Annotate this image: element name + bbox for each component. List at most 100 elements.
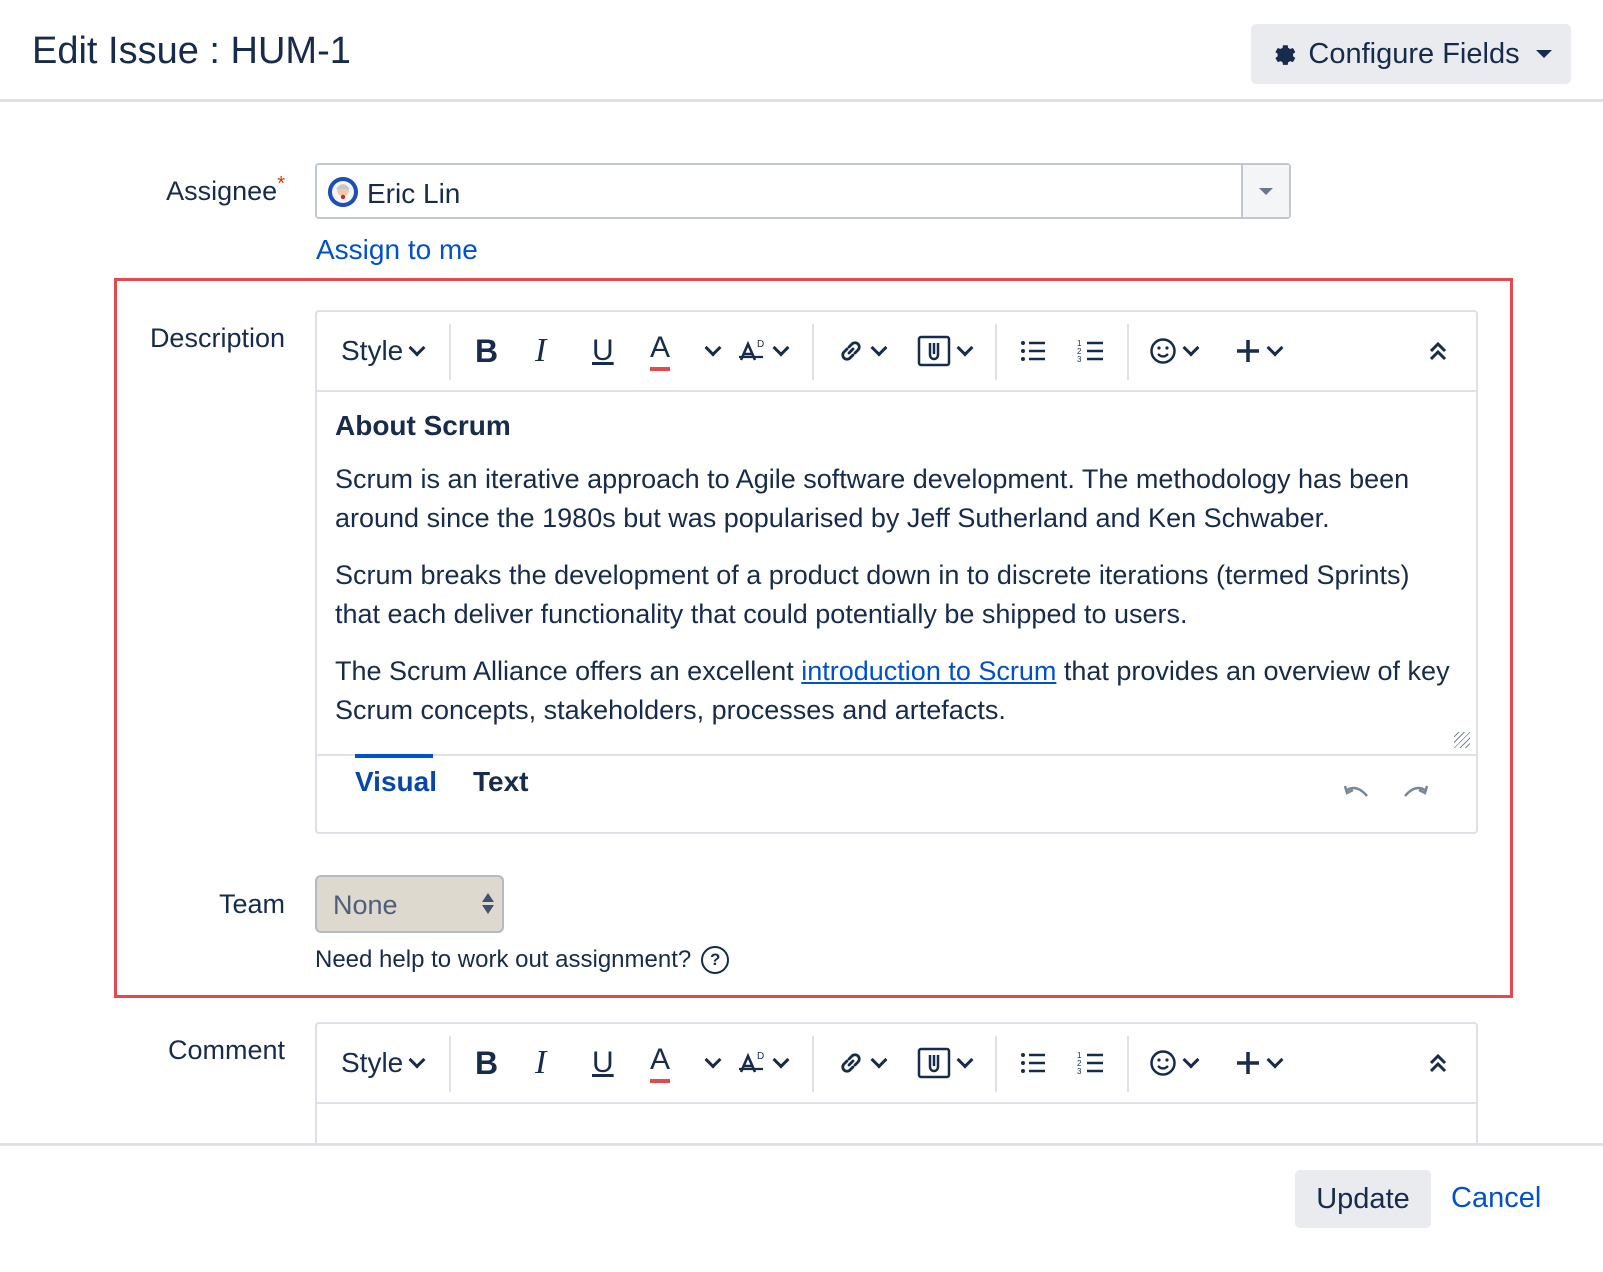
- assignee-picker[interactable]: Eric Lin: [315, 163, 1291, 219]
- team-select[interactable]: None: [315, 875, 504, 933]
- italic-button[interactable]: I: [535, 1024, 546, 1102]
- numbered-list-button[interactable]: 123: [1077, 1024, 1105, 1102]
- toolbar-divider: [449, 1036, 451, 1092]
- assignee-dropdown-toggle[interactable]: [1241, 165, 1289, 217]
- chevron-down-icon: [408, 1051, 426, 1069]
- assignee-label: Assignee*: [35, 173, 285, 207]
- emoji-button[interactable]: [1149, 1024, 1200, 1102]
- collapse-toolbar-button[interactable]: [1427, 312, 1449, 390]
- chevron-down-icon: [772, 1051, 790, 1069]
- link-button[interactable]: [837, 312, 888, 390]
- configure-fields-label: Configure Fields: [1308, 37, 1520, 70]
- chevron-down-icon: [1182, 1051, 1200, 1069]
- description-label: Description: [149, 323, 285, 353]
- tab-visual[interactable]: Visual: [355, 754, 437, 798]
- toolbar-divider: [1127, 324, 1129, 380]
- toolbar-divider: [449, 324, 451, 380]
- attachment-icon: [917, 335, 951, 367]
- chevron-down-icon: [1266, 339, 1284, 357]
- dialog-header: Edit Issue : HUM-1 Configure Fields: [0, 0, 1603, 102]
- bullet-list-button[interactable]: [1019, 1024, 1047, 1102]
- chevron-down-icon: [956, 1051, 974, 1069]
- gear-icon: [1275, 45, 1296, 65]
- chevron-down-icon: [704, 339, 722, 357]
- svg-text:3: 3: [1077, 1067, 1082, 1076]
- text-effects-icon: D: [739, 339, 764, 361]
- resize-handle[interactable]: [1454, 732, 1470, 748]
- required-mark: *: [277, 173, 285, 195]
- undo-icon[interactable]: [1343, 784, 1371, 802]
- text-color-dropdown[interactable]: [699, 1024, 722, 1102]
- attachment-button[interactable]: [917, 1024, 974, 1102]
- chevron-down-icon: [1182, 339, 1200, 357]
- collapse-icon: [1429, 341, 1447, 361]
- chevron-down-icon: [772, 339, 790, 357]
- numbered-list-button[interactable]: 123: [1077, 312, 1105, 390]
- comment-toolbar: Style B I U A D 123: [317, 1024, 1476, 1104]
- attachment-button[interactable]: [917, 312, 974, 390]
- text-color-button[interactable]: A: [650, 312, 671, 390]
- attachment-icon: [917, 1047, 951, 1079]
- bold-button[interactable]: B: [475, 1024, 498, 1102]
- cancel-link[interactable]: Cancel: [1451, 1182, 1541, 1215]
- comment-label: Comment: [167, 1035, 285, 1065]
- text-color-dropdown[interactable]: [699, 312, 722, 390]
- style-dropdown[interactable]: Style: [341, 1024, 426, 1102]
- insert-more-button[interactable]: [1235, 1024, 1284, 1102]
- assignee-name: Eric Lin: [367, 178, 461, 209]
- tab-text[interactable]: Text: [473, 766, 529, 798]
- redo-icon[interactable]: [1401, 784, 1429, 802]
- introduction-to-scrum-link[interactable]: introduction to Scrum: [801, 656, 1056, 686]
- insert-plus-icon: [1237, 340, 1259, 362]
- insert-plus-icon: [1237, 1052, 1259, 1074]
- emoji-icon: [1150, 338, 1176, 364]
- text-color-button[interactable]: A: [650, 1024, 671, 1102]
- toolbar-divider: [812, 324, 814, 380]
- chevron-down-icon: [956, 339, 974, 357]
- toolbar-divider: [812, 1036, 814, 1092]
- up-down-arrows-icon: [482, 893, 494, 914]
- team-help-text: Need help to work out assignment?: [315, 946, 692, 973]
- insert-more-button[interactable]: [1235, 312, 1284, 390]
- caret-down-icon: [1259, 187, 1273, 195]
- paragraph-3-text-start: The Scrum Alliance offers an excellent: [335, 656, 802, 686]
- page-title: Edit Issue : HUM-1: [32, 30, 351, 72]
- content-heading: About Scrum: [335, 410, 511, 441]
- question-icon[interactable]: ?: [701, 946, 730, 974]
- italic-button[interactable]: I: [535, 312, 546, 390]
- text-effects-button[interactable]: D: [737, 312, 790, 390]
- emoji-button[interactable]: [1149, 312, 1200, 390]
- toolbar-divider: [995, 1036, 997, 1092]
- link-button[interactable]: [837, 1024, 888, 1102]
- text-effects-icon: D: [739, 1051, 764, 1073]
- underline-button[interactable]: U: [592, 1024, 614, 1102]
- assign-to-me-link[interactable]: Assign to me: [316, 234, 478, 266]
- comment-editor[interactable]: Style B I U A D 123: [315, 1022, 1478, 1162]
- bullet-list-button[interactable]: [1019, 312, 1047, 390]
- underline-button[interactable]: U: [592, 312, 614, 390]
- toolbar-divider: [1127, 1036, 1129, 1092]
- bullet-list-icon: [1021, 341, 1045, 361]
- svg-text:D: D: [757, 339, 764, 350]
- content-paragraph-3: The Scrum Alliance offers an excellent i…: [335, 652, 1458, 730]
- description-editor[interactable]: Style B I U A D 123 About Scrum Scrum is…: [315, 310, 1478, 834]
- emoji-icon: [1150, 1050, 1176, 1076]
- bold-button[interactable]: B: [475, 312, 498, 390]
- configure-fields-button[interactable]: Configure Fields: [1251, 24, 1571, 84]
- style-label: Style: [341, 1047, 404, 1078]
- description-content[interactable]: About Scrum Scrum is an iterative approa…: [317, 392, 1476, 754]
- avatar: [328, 177, 358, 207]
- content-paragraph-2: Scrum breaks the development of a produc…: [335, 560, 1410, 629]
- caret-down-icon: [1535, 50, 1552, 58]
- style-dropdown[interactable]: Style: [341, 312, 426, 390]
- color-underline: [650, 367, 671, 371]
- toolbar-divider: [995, 324, 997, 380]
- numbered-list-icon: 123: [1077, 1051, 1103, 1076]
- collapse-toolbar-button[interactable]: [1427, 1024, 1449, 1102]
- bullet-list-icon: [1021, 1053, 1045, 1073]
- update-button[interactable]: Update: [1295, 1170, 1431, 1228]
- numbered-list-icon: 123: [1077, 339, 1103, 364]
- text-effects-button[interactable]: D: [737, 1024, 790, 1102]
- chevron-down-icon: [408, 339, 426, 357]
- chevron-down-icon: [704, 1051, 722, 1069]
